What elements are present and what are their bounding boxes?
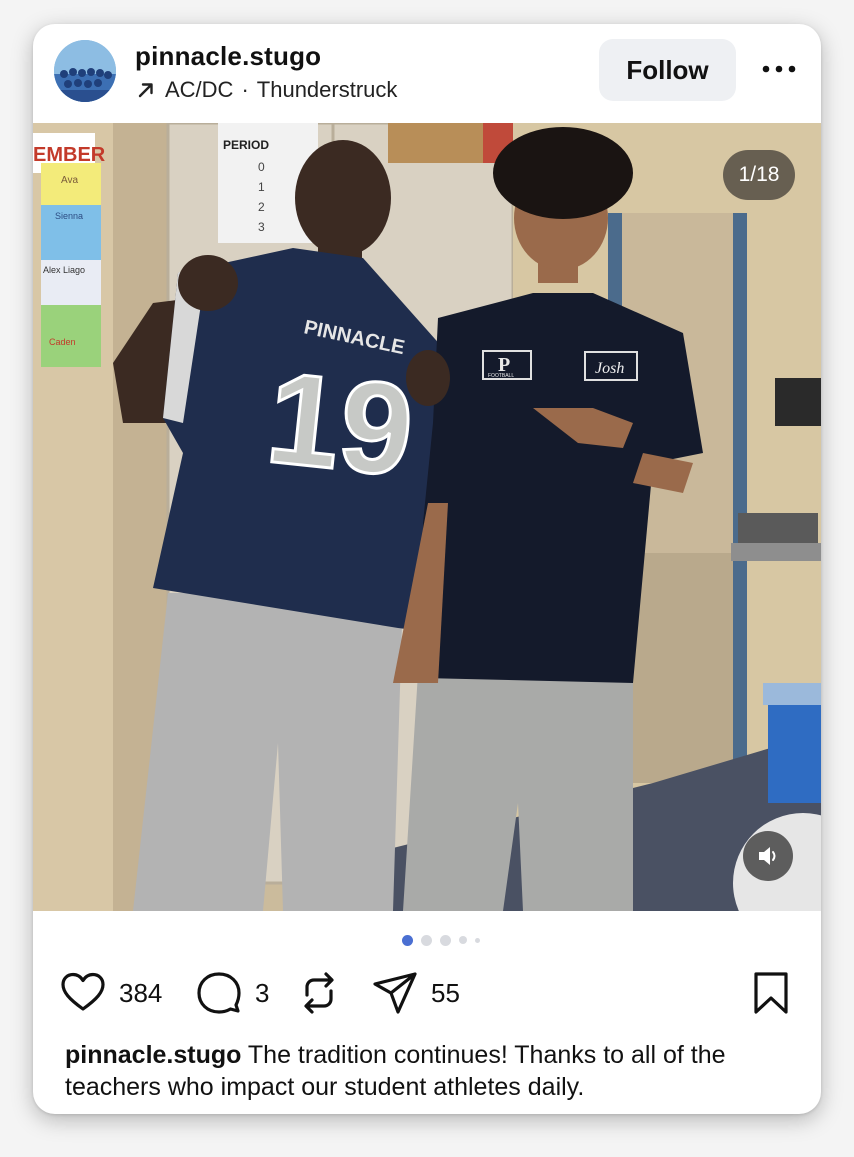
heart-icon bbox=[61, 972, 105, 1011]
bookmark-icon bbox=[754, 972, 788, 1014]
share-button[interactable]: 55 bbox=[371, 967, 460, 1019]
post-photo[interactable]: EMBER Ava Sienna Alex Liago Caden PERIOD… bbox=[33, 123, 821, 911]
like-count: 384 bbox=[119, 977, 163, 1008]
post-caption: pinnacle.stugo The tradition continues! … bbox=[65, 1039, 795, 1103]
banner-text: EMBER bbox=[33, 144, 106, 166]
arrow-up-right-icon bbox=[138, 83, 153, 98]
comment-icon bbox=[197, 972, 241, 1014]
card-name-3: Alex Liago bbox=[43, 265, 85, 275]
chart-header: PERIOD bbox=[223, 138, 269, 152]
repost-icon bbox=[304, 972, 334, 1014]
volume-icon bbox=[759, 847, 776, 865]
chart-row-1: 1 bbox=[258, 180, 265, 194]
repost-button[interactable] bbox=[295, 967, 343, 1019]
audio-track: Thunderstruck bbox=[256, 77, 398, 102]
save-button[interactable] bbox=[747, 967, 795, 1019]
carousel-indicator bbox=[33, 933, 821, 947]
action-bar: 384 3 55 bbox=[33, 967, 821, 1019]
more-horizontal-icon bbox=[762, 65, 796, 73]
post-username[interactable]: pinnacle.stugo bbox=[135, 41, 321, 72]
volume-button[interactable] bbox=[743, 831, 793, 881]
audio-artist: AC/DC bbox=[165, 77, 234, 102]
audio-link[interactable]: AC/DC · Thunderstruck bbox=[135, 77, 397, 103]
chart-row-2: 2 bbox=[258, 200, 265, 214]
send-icon bbox=[373, 972, 417, 1014]
follow-button[interactable]: Follow bbox=[599, 39, 736, 101]
chart-row-3: 3 bbox=[258, 220, 265, 234]
comment-button[interactable]: 3 bbox=[195, 967, 269, 1019]
more-options-button[interactable] bbox=[759, 54, 799, 84]
media-counter: 1/18 bbox=[723, 150, 795, 200]
carousel-dot bbox=[459, 936, 467, 944]
jersey-number: 19 bbox=[261, 344, 420, 504]
post-header: pinnacle.stugo AC/DC · Thunderstruck Fol… bbox=[33, 24, 821, 123]
carousel-dot bbox=[440, 934, 451, 946]
carousel-dot bbox=[475, 937, 480, 943]
card-name-1: Ava bbox=[61, 175, 78, 186]
name-patch: Josh bbox=[595, 360, 624, 377]
share-count: 55 bbox=[431, 977, 460, 1008]
card-name-2: Sienna bbox=[55, 211, 83, 221]
avatar[interactable] bbox=[54, 40, 116, 102]
audio-separator: · bbox=[241, 77, 249, 102]
comment-count: 3 bbox=[255, 977, 270, 1008]
like-button[interactable]: 384 bbox=[59, 967, 162, 1019]
chart-row-0: 0 bbox=[258, 160, 265, 174]
carousel-dot-active bbox=[402, 934, 413, 946]
shirt-logo-sub: FOOTBALL bbox=[488, 373, 514, 379]
caption-username[interactable]: pinnacle.stugo bbox=[65, 1041, 241, 1069]
card-name-4: Caden bbox=[49, 337, 76, 347]
carousel-dot bbox=[421, 934, 432, 946]
post-card: pinnacle.stugo AC/DC · Thunderstruck Fol… bbox=[33, 24, 821, 1114]
